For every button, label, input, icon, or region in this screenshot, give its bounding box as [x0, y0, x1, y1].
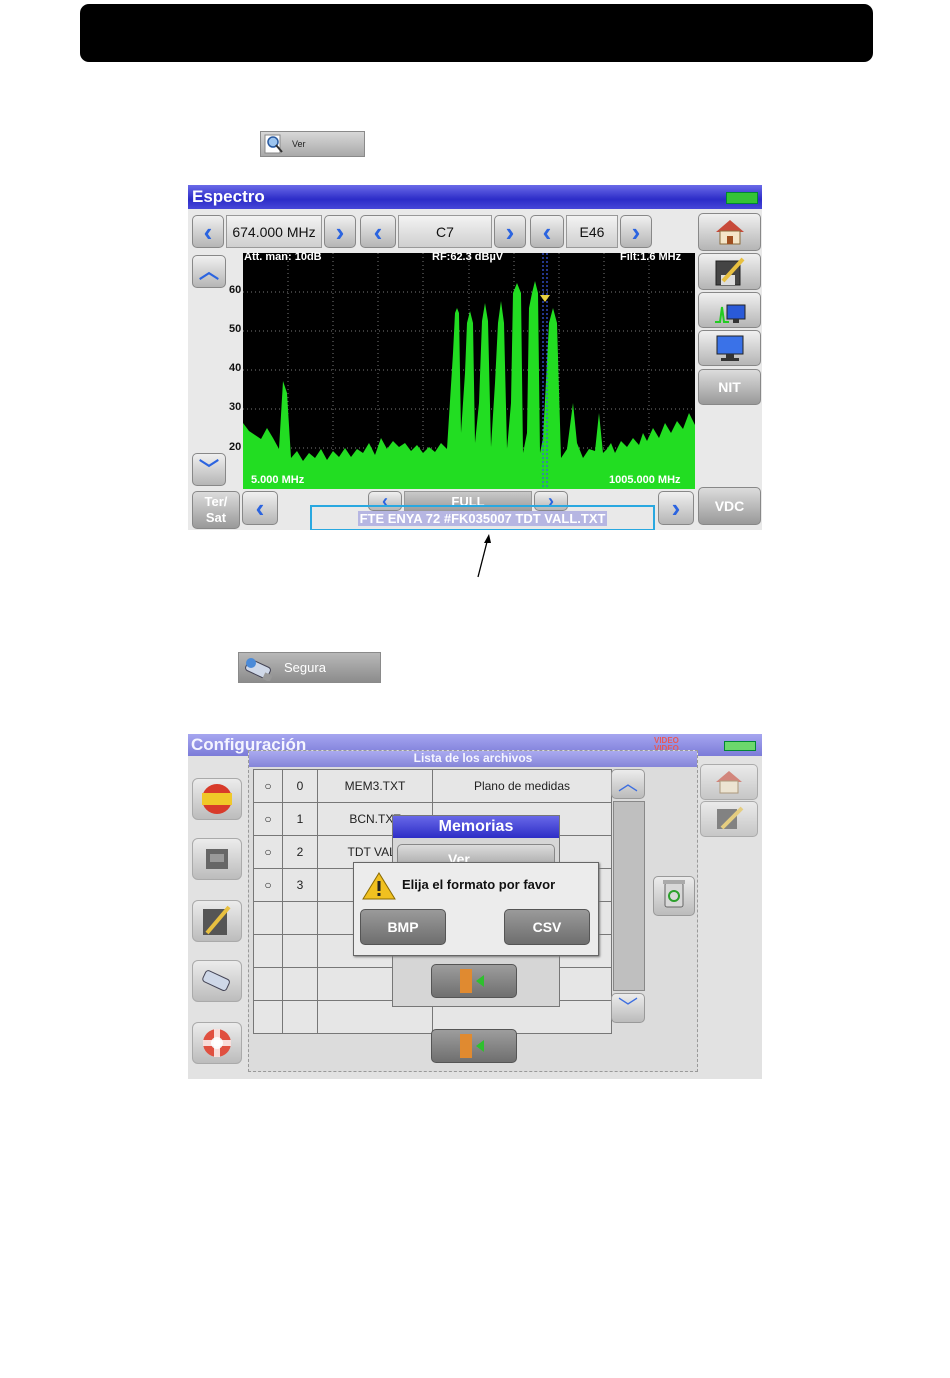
ref-up-button[interactable]: ︿	[192, 255, 226, 288]
channel-field[interactable]: C7	[398, 215, 492, 248]
scroll-up-button[interactable]: ︿	[611, 769, 645, 799]
lifebuoy-icon	[203, 1029, 231, 1057]
y-tick-60: 60	[229, 284, 242, 296]
nit-button[interactable]: NIT	[698, 369, 761, 405]
save-config-button[interactable]	[192, 900, 242, 942]
spectrum-trace	[243, 281, 695, 489]
ver-button-label: Ver	[292, 139, 306, 149]
filename-highlight: FTE ENYA 72 #FK035007 TDT VALL.TXT	[310, 505, 655, 530]
memorias-exit-button[interactable]	[431, 964, 517, 998]
usb-drive-icon	[202, 970, 230, 992]
battery-icon	[726, 192, 758, 204]
frequency-field[interactable]: 674.000 MHz	[226, 215, 322, 248]
csv-button[interactable]: CSV	[504, 909, 590, 945]
warning-icon	[362, 872, 396, 900]
attenuation-label: Att. man: 10dB	[244, 251, 322, 263]
marker-icon	[540, 295, 550, 302]
channel-prev-button[interactable]: ‹	[360, 215, 396, 248]
spain-flag-icon	[202, 784, 232, 814]
dialog-message: Elija el formato por favor	[402, 877, 556, 892]
y-tick-40: 40	[229, 362, 242, 374]
ter-sat-button[interactable]: Ter/ Sat	[192, 491, 240, 529]
config-screen: Configuración VIDEO VIDEO Lista de los ar…	[188, 734, 762, 1079]
recycle-bin-icon	[663, 880, 685, 908]
floppy-pencil-icon	[203, 905, 231, 935]
freq-prev-button[interactable]: ‹	[192, 215, 224, 248]
filter-label: Filt:1.6 MHz	[620, 251, 682, 263]
y-tick-50: 50	[229, 323, 242, 335]
radio-button[interactable]: ○	[253, 769, 283, 803]
floppy-pencil-icon	[715, 257, 744, 285]
ver-button[interactable]: Ver	[260, 131, 365, 157]
ref-down-button[interactable]: ﹀	[192, 453, 226, 486]
spectrum-tv-button[interactable]	[698, 292, 761, 328]
channel2-next-button[interactable]: ›	[620, 215, 652, 248]
magnifier-icon	[264, 134, 286, 154]
radio-button[interactable]: ○	[253, 802, 283, 836]
start-frequency-label: 5.000 MHz	[251, 474, 305, 486]
spectrum-title-bar: Espectro	[188, 185, 762, 209]
exit-door-icon	[460, 1034, 484, 1058]
tv-button[interactable]	[698, 330, 761, 366]
vdc-button[interactable]: VDC	[698, 487, 761, 525]
file-index: 0	[282, 769, 318, 803]
save-button[interactable]	[698, 253, 761, 290]
freq-next-button[interactable]: ›	[324, 215, 356, 248]
spectrum-monitor-icon	[714, 304, 745, 323]
table-row[interactable]: ○ 0 MEM3.TXT Plano de medidas	[253, 769, 612, 803]
stop-frequency-label: 1005.000 MHz	[609, 474, 681, 486]
span-prev-button[interactable]: ‹	[242, 491, 278, 525]
home-button-2[interactable]	[700, 764, 758, 800]
header-bar	[80, 4, 873, 62]
file-name: MEM3.TXT	[317, 769, 433, 803]
ethernet-icon	[206, 849, 228, 869]
rf-level-label: RF:62.3 dBµV	[432, 251, 504, 263]
format-dialog: Elija el formato por favor BMP CSV	[353, 862, 599, 956]
network-button[interactable]	[192, 838, 242, 880]
spectrum-plot-svg	[243, 253, 695, 489]
file-list-title: Lista de los archivos	[249, 751, 697, 767]
filename-label: FTE ENYA 72 #FK035007 TDT VALL.TXT	[357, 510, 608, 526]
bmp-button[interactable]: BMP	[360, 909, 446, 945]
channel2-field[interactable]: E46	[566, 215, 618, 248]
memorias-title: Memorias	[393, 816, 559, 838]
file-type: Plano de medidas	[432, 769, 612, 803]
spectrum-title: Espectro	[192, 187, 265, 206]
save-button-2[interactable]	[700, 801, 758, 837]
channel-next-button[interactable]: ›	[494, 215, 526, 248]
usb-button[interactable]	[192, 960, 242, 1002]
spectrum-screen: Espectro ‹ 674.000 MHz › ‹ C7 › ‹ E46 › …	[188, 185, 762, 530]
home-icon	[716, 771, 742, 794]
spectrum-plot[interactable]: Att. man: 10dB RF:62.3 dBµV Filt:1.6 MHz…	[243, 251, 695, 489]
floppy-pencil-icon	[717, 806, 744, 830]
home-button[interactable]	[698, 213, 761, 251]
radio-button[interactable]: ○	[253, 835, 283, 869]
segura-button-label: Segura	[284, 660, 326, 675]
language-button[interactable]	[192, 778, 242, 820]
usb-drive-icon	[242, 655, 278, 682]
delete-button[interactable]	[653, 876, 695, 916]
exit-button[interactable]	[431, 1029, 517, 1063]
callout-arrow	[477, 534, 491, 578]
scroll-down-button[interactable]: ﹀	[611, 993, 645, 1023]
segura-button[interactable]: Segura	[238, 652, 381, 683]
channel2-prev-button[interactable]: ‹	[530, 215, 564, 248]
exit-door-icon	[460, 969, 484, 993]
scrollbar[interactable]	[613, 801, 645, 991]
home-icon	[715, 220, 744, 245]
radio-button[interactable]: ○	[253, 868, 283, 902]
span-next-button[interactable]: ›	[658, 491, 694, 525]
file-index: 2	[282, 835, 318, 869]
monitor-icon	[716, 335, 743, 361]
battery-icon-2	[724, 741, 756, 751]
y-tick-30: 30	[229, 401, 242, 413]
file-index: 1	[282, 802, 318, 836]
file-index: 3	[282, 868, 318, 902]
help-button[interactable]	[192, 1022, 242, 1064]
y-tick-20: 20	[229, 441, 242, 453]
